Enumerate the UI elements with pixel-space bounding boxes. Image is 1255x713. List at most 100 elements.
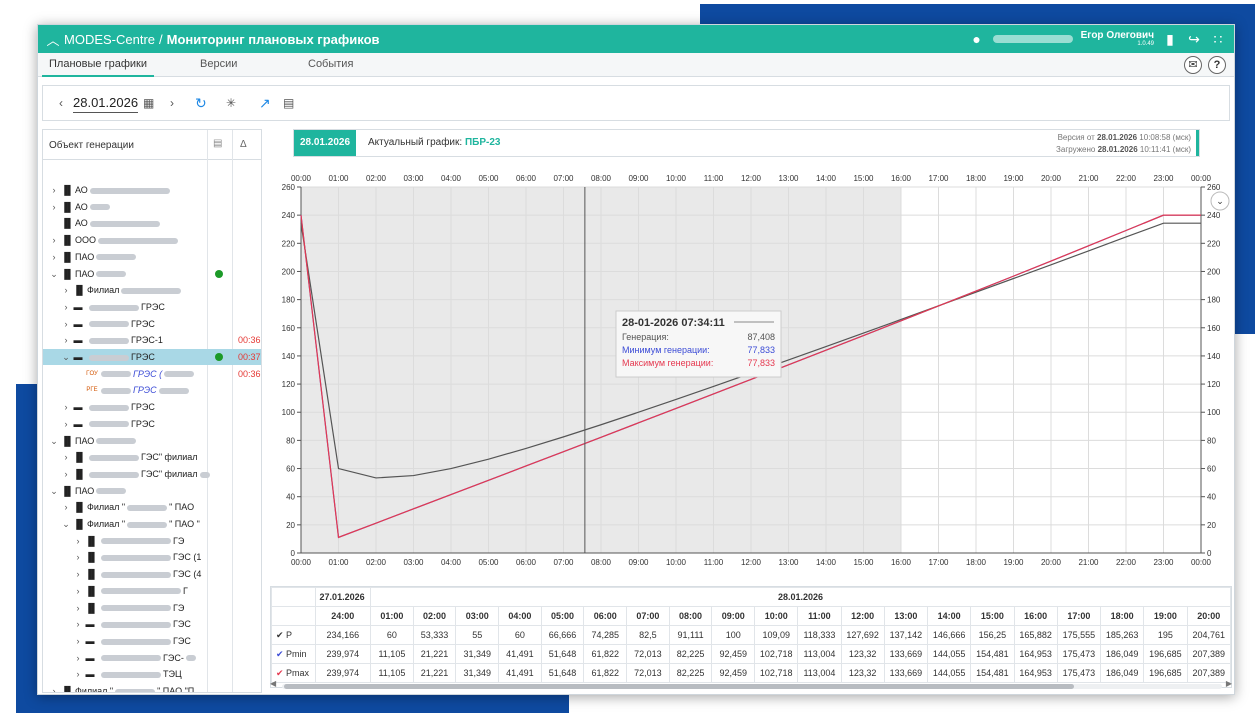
clipboard-icon[interactable]: ▮	[1162, 31, 1178, 48]
expand-arrow-icon[interactable]: ›	[49, 232, 59, 248]
expand-arrow-icon[interactable]: ›	[73, 650, 83, 666]
expand-arrow-icon[interactable]: ›	[73, 533, 83, 549]
tree-row[interactable]: › ▬ ГРЭС	[43, 299, 261, 315]
expand-arrow-icon[interactable]: ›	[61, 299, 71, 315]
expand-arrow-icon[interactable]: ›	[61, 449, 71, 465]
expand-arrow-icon[interactable]: ›	[61, 499, 71, 515]
scroll-thumb[interactable]	[284, 684, 1074, 689]
tree-row[interactable]: › ▐▌ АО	[43, 199, 261, 215]
tree-row[interactable]: › ▬ ТЭЦ	[43, 666, 261, 682]
tree-row[interactable]: ⌄ ▐▌ ПАО	[43, 433, 261, 449]
collapse-arrow-icon[interactable]: ⌄	[61, 349, 71, 365]
table-cell: 102,718	[754, 663, 799, 683]
document-icon[interactable]: ▤	[283, 86, 294, 120]
tree-row[interactable]: › ▐▌ Филиал	[43, 282, 261, 298]
expand-arrow-icon[interactable]: ›	[61, 466, 71, 482]
expand-arrow-icon[interactable]: ›	[73, 616, 83, 632]
expand-arrow-icon[interactable]: ›	[73, 633, 83, 649]
table-row[interactable]: ✔ Pmin 239,974 11,105 21,221 31,349 41,491 51,…	[271, 644, 1231, 664]
tree-row[interactable]: › ▬ ГЭС-	[43, 650, 261, 666]
chart-svg[interactable]: 00:00 00:00 01:00 01:00 02:00 02:00 03:00 03:00…	[266, 161, 1236, 581]
expand-arrow-icon[interactable]: ›	[61, 316, 71, 332]
tree-row[interactable]: › ▬ ГЭС	[43, 616, 261, 632]
tree-row[interactable]: › ▬ ГРЭС	[43, 416, 261, 432]
collapse-arrow-icon[interactable]: ⌄	[49, 483, 59, 499]
user-name[interactable]: Егор Олегович	[1081, 31, 1154, 41]
expand-arrow-icon[interactable]: ›	[61, 282, 71, 298]
collapse-arrow-icon[interactable]: ⌄	[61, 516, 71, 532]
check-icon[interactable]: ✔	[276, 649, 286, 659]
tree-row[interactable]: › ▐▌ ПАО	[43, 249, 261, 265]
tree-row[interactable]: › ▬ ГЭС	[43, 633, 261, 649]
collapse-arrow-icon[interactable]: ⌄	[49, 266, 59, 282]
scroll-left-icon[interactable]: ◀	[270, 679, 276, 688]
expand-arrow-icon[interactable]: ›	[73, 666, 83, 682]
expand-arrow-icon[interactable]: ›	[49, 683, 59, 692]
tree-row[interactable]: › ▐▌ ГЭ	[43, 600, 261, 616]
y-tick-label-left: 100	[282, 408, 296, 417]
settings-icon[interactable]: ✳	[226, 86, 236, 120]
expand-arrow-icon[interactable]: ›	[73, 566, 83, 582]
tree-row[interactable]: › ▐▌ АО	[43, 182, 261, 198]
user-icon[interactable]: ●	[969, 31, 985, 47]
table-row[interactable]: ✔ P 234,166 60 53,333 55 60 66,666 74,285 82,5 91…	[271, 625, 1231, 645]
tree-row[interactable]: › ▬ ГРЭС	[43, 399, 261, 415]
tree-row[interactable]: ⌄ ▐▌ Филиал " " ПАО "	[43, 516, 261, 532]
prev-date-icon[interactable]: ‹	[59, 86, 63, 120]
logout-icon[interactable]: ↪	[1186, 31, 1202, 48]
tree-row[interactable]: › ▐▌ ГЭС (4	[43, 566, 261, 582]
expand-arrow-icon[interactable]: ›	[61, 399, 71, 415]
tab-plan-schedules[interactable]: Плановые графики	[42, 53, 154, 77]
tree-row[interactable]: › ▐▌ Филиал " " ПАО	[43, 499, 261, 515]
tree-row[interactable]: ⌄ ▐▌ ПАО	[43, 483, 261, 499]
redacted-text	[185, 655, 196, 662]
redacted-text	[96, 488, 127, 495]
tree-row-label: ГРЭС-1	[87, 332, 163, 348]
table-row[interactable]: ✔ Pmax 239,974 11,105 21,221 31,349 41,491 51,…	[271, 663, 1231, 683]
user-area: ● Егор Олегович 1.0.49 ▮ ↪ ∷	[969, 25, 1226, 53]
apps-grid-icon[interactable]: ∷	[1210, 31, 1226, 48]
next-date-icon[interactable]: ›	[170, 86, 174, 120]
expand-arrow-icon[interactable]: ›	[61, 332, 71, 348]
tree-row[interactable]: ▐▌ АО	[43, 215, 261, 231]
tab-events[interactable]: События	[308, 53, 353, 77]
tree-row[interactable]: ΓОУ ГРЭС (00:36	[43, 366, 261, 382]
tree-row[interactable]: › ▐▌ ООО	[43, 232, 261, 248]
help-icon[interactable]: ?	[1208, 56, 1226, 74]
tree-row[interactable]: › ▬ ГРЭС	[43, 316, 261, 332]
expand-arrow-icon[interactable]: ›	[49, 182, 59, 198]
tree-row[interactable]: › ▬ ГРЭС-1 00:36	[43, 332, 261, 348]
refresh-icon[interactable]: ↻	[195, 86, 207, 120]
expand-arrow-icon[interactable]: ›	[73, 583, 83, 599]
expand-arrow-icon[interactable]: ›	[73, 549, 83, 565]
x-tick-label-bottom: 04:00	[441, 558, 462, 567]
expand-arrow-icon[interactable]: ›	[61, 416, 71, 432]
expand-arrow-icon[interactable]: ›	[49, 249, 59, 265]
tree-row[interactable]: ⌄ ▐▌ ПАО	[43, 266, 261, 282]
date-input[interactable]: 28.01.2026	[73, 95, 139, 113]
expand-arrow-icon[interactable]: ›	[73, 600, 83, 616]
tree-row[interactable]: ⌄ ▬ ГРЭС 00:37	[43, 349, 261, 365]
tree-row[interactable]: › ▐▌ ГЭС" филиал	[43, 449, 261, 465]
export-icon[interactable]: ↗	[259, 86, 271, 120]
tree-row[interactable]: › ▐▌ Филиал " " ПАО "П	[43, 683, 261, 692]
tree-row[interactable]: › ▐▌ ГЭС" филиал	[43, 466, 261, 482]
expand-arrow-icon[interactable]: ›	[49, 199, 59, 215]
x-tick-label-bottom: 13:00	[778, 558, 799, 567]
calendar-icon[interactable]: ▦	[143, 86, 154, 120]
tab-versions[interactable]: Версии	[200, 53, 237, 77]
plant-icon: ▐▌	[73, 452, 86, 463]
tree-row[interactable]: › ▐▌ ГЭ	[43, 533, 261, 549]
tree-row[interactable]: › ▐▌ ГЭС (1	[43, 549, 261, 565]
scroll-right-icon[interactable]: ▶	[1226, 679, 1232, 688]
tree-row[interactable]: › ▐▌ Г	[43, 583, 261, 599]
check-icon[interactable]: ✔	[276, 630, 286, 640]
mail-icon[interactable]: ✉	[1184, 56, 1202, 74]
collapse-arrow-icon[interactable]: ⌄	[49, 433, 59, 449]
tree-row[interactable]: РГЕ ГРЭС	[43, 382, 261, 398]
actual-schedule-value[interactable]: ПБР-23	[465, 137, 501, 148]
table-cell: 196,685	[1143, 644, 1188, 664]
collapse-chevron-icon[interactable]: ︿	[42, 30, 64, 49]
check-icon[interactable]: ✔	[276, 668, 286, 678]
horizontal-scrollbar[interactable]: ◀ ▶	[270, 679, 1232, 690]
